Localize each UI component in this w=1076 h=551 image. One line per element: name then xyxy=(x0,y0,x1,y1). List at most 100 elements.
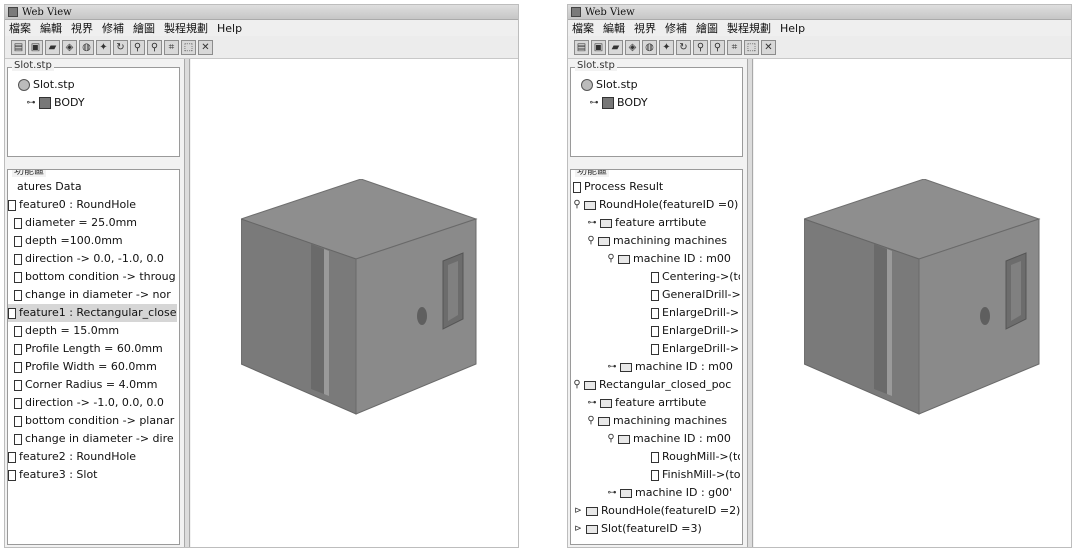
collapse-pin-icon[interactable]: ⚲ xyxy=(587,412,595,430)
print-icon[interactable]: ▤ xyxy=(574,39,589,55)
shape-icon[interactable]: ◈ xyxy=(62,39,77,55)
menu-file[interactable]: 檔案 xyxy=(9,20,31,36)
slot-part-model[interactable] xyxy=(804,179,1044,419)
collapse-pin-icon[interactable]: ⚲ xyxy=(607,430,615,448)
menu-draw[interactable]: 繪圖 xyxy=(133,20,155,36)
print-icon[interactable]: ▤ xyxy=(11,39,26,55)
tree-leaf[interactable]: Centering->(tc xyxy=(573,268,740,286)
tree-root-process-result[interactable]: Process Result xyxy=(573,178,740,196)
tree-node[interactable]: ⊳ Slot(featureID =3) xyxy=(573,520,740,538)
menu-view[interactable]: 視界 xyxy=(71,20,93,36)
tree-item-file[interactable]: Slot.stp xyxy=(575,76,740,94)
slot-part-model[interactable] xyxy=(241,179,481,419)
tree-leaf[interactable]: change in diameter -> nor xyxy=(8,286,177,304)
tree-node[interactable]: ⚲ machining machines xyxy=(573,412,740,430)
pane-splitter[interactable] xyxy=(184,59,190,547)
tree-item-feature1[interactable]: feature1 : Rectangular_closec xyxy=(8,304,177,322)
menu-edit[interactable]: 編輯 xyxy=(40,20,62,36)
tree-node[interactable]: ⚲ machine ID : m00 xyxy=(573,250,740,268)
expand-key-icon[interactable]: ⊶ xyxy=(587,218,597,228)
tree-leaf[interactable]: FinishMill->(to xyxy=(573,466,740,484)
tree-item-body[interactable]: ⊶ BODY xyxy=(575,94,740,112)
tree-leaf[interactable]: EnlargeDrill-> xyxy=(573,304,740,322)
pane-splitter[interactable] xyxy=(747,59,753,547)
menu-process-planning[interactable]: 製程規劃 xyxy=(727,20,771,36)
tree-leaf[interactable]: direction -> 0.0, -1.0, 0.0 xyxy=(8,250,177,268)
menu-repair[interactable]: 修補 xyxy=(102,20,124,36)
tree-item-file[interactable]: Slot.stp xyxy=(12,76,177,94)
menu-file[interactable]: 檔案 xyxy=(572,20,594,36)
zoom-in-icon[interactable]: ⚲ xyxy=(130,39,145,55)
expand-key-icon[interactable]: ⊶ xyxy=(607,488,617,498)
arrow-icon[interactable]: ✦ xyxy=(659,39,674,55)
rotate-icon[interactable]: ↻ xyxy=(113,39,128,55)
close-icon[interactable]: ✕ xyxy=(761,39,776,55)
collapse-pin-icon[interactable]: ⚲ xyxy=(607,250,615,268)
book-icon[interactable]: ▰ xyxy=(45,39,60,55)
tree-leaf[interactable]: diameter = 25.0mm xyxy=(8,214,177,232)
save-icon[interactable]: ▣ xyxy=(28,39,43,55)
tree-item-body[interactable]: ⊶ BODY xyxy=(12,94,177,112)
collapse-pin-icon[interactable]: ⚲ xyxy=(587,232,595,250)
expand-key-icon[interactable]: ⊶ xyxy=(26,98,36,108)
expand-key-icon[interactable]: ⊶ xyxy=(589,98,599,108)
tree-node[interactable]: ⚲ Rectangular_closed_poc xyxy=(573,376,740,394)
collapse-pin-icon[interactable]: ⚲ xyxy=(573,196,581,214)
menu-edit[interactable]: 編輯 xyxy=(603,20,625,36)
tree-node[interactable]: ⊳ RoundHole(featureID =2) xyxy=(573,502,740,520)
fit-icon[interactable]: ⌗ xyxy=(727,39,742,55)
tree-leaf[interactable]: RoughMill->(tc xyxy=(573,448,740,466)
menu-view[interactable]: 視界 xyxy=(634,20,656,36)
rotate-icon[interactable]: ↻ xyxy=(676,39,691,55)
tree-leaf[interactable]: depth =100.0mm xyxy=(8,232,177,250)
tree-item-feature3[interactable]: feature3 : Slot xyxy=(8,466,177,484)
fit-icon[interactable]: ⌗ xyxy=(164,39,179,55)
expand-key-icon[interactable]: ⊳ xyxy=(573,524,583,534)
tree-leaf[interactable]: bottom condition -> throug xyxy=(8,268,177,286)
menu-help[interactable]: Help xyxy=(217,22,242,35)
globe-icon[interactable]: ◍ xyxy=(642,39,657,55)
tree-root-features-data[interactable]: atures Data xyxy=(8,178,177,196)
menu-draw[interactable]: 繪圖 xyxy=(696,20,718,36)
collapse-pin-icon[interactable]: ⚲ xyxy=(573,376,581,394)
tree-item-feature0[interactable]: feature0 : RoundHole xyxy=(8,196,177,214)
tree-node[interactable]: ⊶ feature arrtibute xyxy=(573,394,740,412)
tree-leaf[interactable]: GeneralDrill-> xyxy=(573,286,740,304)
tree-leaf[interactable]: change in diameter -> dire xyxy=(8,430,177,448)
tree-leaf[interactable]: EnlargeDrill-> xyxy=(573,340,740,358)
tree-leaf[interactable]: Corner Radius = 4.0mm xyxy=(8,376,177,394)
expand-key-icon[interactable]: ⊶ xyxy=(607,362,617,372)
select-icon[interactable]: ⬚ xyxy=(744,39,759,55)
menu-repair[interactable]: 修補 xyxy=(665,20,687,36)
tree-item-feature2[interactable]: feature2 : RoundHole xyxy=(8,448,177,466)
save-icon[interactable]: ▣ xyxy=(591,39,606,55)
close-icon[interactable]: ✕ xyxy=(198,39,213,55)
expand-key-icon[interactable]: ⊳ xyxy=(573,506,583,516)
tree-node[interactable]: ⊶ feature arrtibute xyxy=(573,214,740,232)
file-tree-panel: Slot.stp Slot.stp ⊶ BODY xyxy=(570,60,743,157)
shape-icon[interactable]: ◈ xyxy=(625,39,640,55)
tree-leaf[interactable]: depth = 15.0mm xyxy=(8,322,177,340)
menu-process-planning[interactable]: 製程規劃 xyxy=(164,20,208,36)
tree-node[interactable]: ⚲ machine ID : m00 xyxy=(573,430,740,448)
tree-leaf[interactable]: EnlargeDrill-> xyxy=(573,322,740,340)
globe-icon[interactable]: ◍ xyxy=(79,39,94,55)
tree-leaf[interactable]: bottom condition -> planar xyxy=(8,412,177,430)
tree-leaf[interactable]: Profile Width = 60.0mm xyxy=(8,358,177,376)
tree-node[interactable]: ⚲ machining machines xyxy=(573,232,740,250)
zoom-out-icon[interactable]: ⚲ xyxy=(147,39,162,55)
3d-viewport[interactable] xyxy=(191,59,518,547)
arrow-icon[interactable]: ✦ xyxy=(96,39,111,55)
3d-viewport[interactable] xyxy=(754,59,1071,547)
menu-help[interactable]: Help xyxy=(780,22,805,35)
select-icon[interactable]: ⬚ xyxy=(181,39,196,55)
tree-leaf[interactable]: direction -> -1.0, 0.0, 0.0 xyxy=(8,394,177,412)
tree-node[interactable]: ⊶ machine ID : g00' xyxy=(573,484,740,502)
zoom-in-icon[interactable]: ⚲ xyxy=(693,39,708,55)
book-icon[interactable]: ▰ xyxy=(608,39,623,55)
tree-leaf[interactable]: Profile Length = 60.0mm xyxy=(8,340,177,358)
expand-key-icon[interactable]: ⊶ xyxy=(587,398,597,408)
tree-node[interactable]: ⊶ machine ID : m00 xyxy=(573,358,740,376)
tree-node[interactable]: ⚲ RoundHole(featureID =0) xyxy=(573,196,740,214)
zoom-out-icon[interactable]: ⚲ xyxy=(710,39,725,55)
